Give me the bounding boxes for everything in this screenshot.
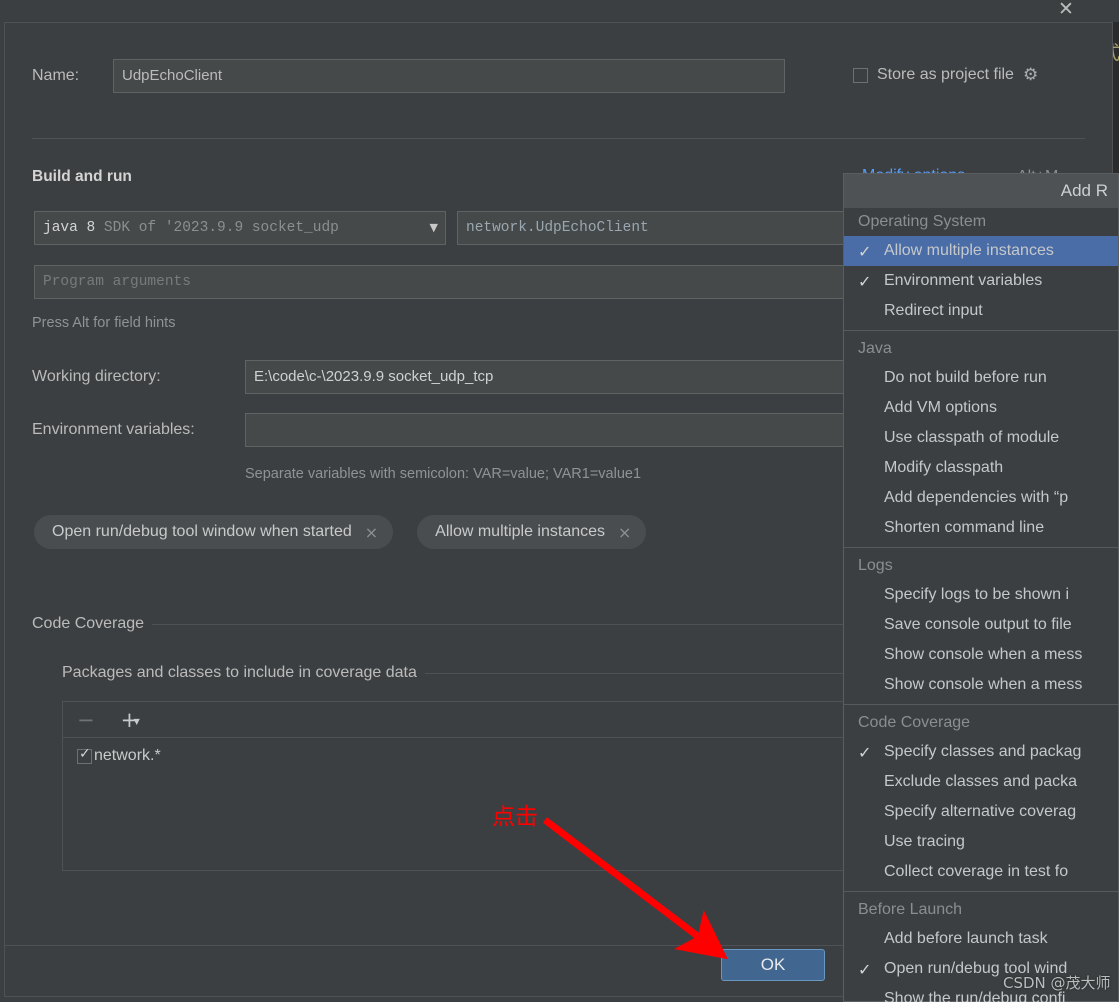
coverage-item-label: network.* bbox=[94, 747, 161, 764]
menu-item[interactable]: Show console when a mess bbox=[844, 640, 1118, 670]
menu-category-logs: Logs bbox=[858, 557, 893, 574]
menu-item[interactable]: Add dependencies with “p bbox=[844, 483, 1118, 513]
menu-category-operating-system: Operating System bbox=[858, 213, 987, 230]
close-icon[interactable]: × bbox=[365, 523, 378, 542]
menu-item[interactable]: Use classpath of module bbox=[844, 423, 1118, 453]
option-chips: Open run/debug tool window when started … bbox=[34, 515, 647, 549]
remove-icon[interactable]: − bbox=[77, 708, 95, 732]
menu-separator bbox=[844, 704, 1118, 705]
menu-body: Operating System ✓ Allow multiple instance… bbox=[844, 208, 1118, 1002]
build-and-run-title: Build and run bbox=[32, 168, 132, 185]
menu-item[interactable]: ✓ Allow multiple instances bbox=[844, 236, 1118, 266]
menu-item-label: Add VM options bbox=[884, 399, 997, 416]
menu-item-label: Redirect input bbox=[884, 302, 983, 319]
dialog-titlebar: ✕ bbox=[0, 0, 1119, 22]
chip-allow-multiple-instances[interactable]: Allow multiple instances × bbox=[417, 515, 647, 549]
working-directory-input[interactable]: E:\code\c-\2023.9.9 socket_udp_tcp bbox=[245, 360, 927, 394]
menu-item-label: Specify classes and packag bbox=[884, 743, 1082, 760]
add-icon[interactable]: + ▼ bbox=[121, 708, 140, 732]
ok-button[interactable]: OK bbox=[721, 949, 825, 981]
environment-variables-input[interactable] bbox=[245, 413, 927, 447]
menu-item[interactable]: Modify classpath bbox=[844, 453, 1118, 483]
check-icon: ✓ bbox=[858, 742, 872, 762]
close-icon[interactable]: × bbox=[618, 523, 631, 542]
close-icon[interactable]: ✕ bbox=[1053, 0, 1079, 22]
menu-category-java: Java bbox=[858, 340, 892, 357]
environment-variables-label: Environment variables: bbox=[32, 421, 195, 438]
menu-item-label: Exclude classes and packa bbox=[884, 773, 1077, 790]
annotation-text: 点击 bbox=[492, 804, 538, 830]
menu-separator bbox=[844, 547, 1118, 548]
name-input[interactable]: UdpEchoClient bbox=[113, 59, 785, 93]
menu-item[interactable]: Add VM options bbox=[844, 393, 1118, 423]
jre-value-secondary: SDK of '2023.9.9 socket_udp bbox=[103, 220, 339, 236]
chevron-down-icon: ▼ bbox=[133, 716, 140, 726]
name-label: Name: bbox=[32, 67, 80, 84]
menu-item-label: Collect coverage in test fo bbox=[884, 863, 1069, 880]
menu-item-label: Specify logs to be shown i bbox=[884, 586, 1069, 603]
gear-icon[interactable]: ⚙ bbox=[1023, 65, 1038, 85]
menu-item[interactable]: Shorten command line bbox=[844, 513, 1118, 543]
code-coverage-title: Code Coverage bbox=[32, 615, 153, 633]
menu-item-label: Use classpath of module bbox=[884, 429, 1060, 446]
menu-item-label: Do not build before run bbox=[884, 369, 1047, 386]
press-alt-hint: Press Alt for field hints bbox=[32, 315, 176, 331]
coverage-item-checkbox[interactable] bbox=[77, 746, 92, 764]
menu-header: Add R bbox=[844, 174, 1118, 208]
environment-variables-hint: Separate variables with semicolon: VAR=v… bbox=[245, 466, 642, 482]
menu-item[interactable]: Add before launch task bbox=[844, 924, 1118, 954]
menu-separator bbox=[844, 891, 1118, 892]
menu-item[interactable]: Specify alternative coverag bbox=[844, 797, 1118, 827]
menu-item-label: Use tracing bbox=[884, 833, 965, 850]
menu-item[interactable]: Do not build before run bbox=[844, 363, 1118, 393]
menu-item-label: Allow multiple instances bbox=[884, 242, 1054, 259]
chip-open-run-debug-tool-window[interactable]: Open run/debug tool window when started … bbox=[34, 515, 394, 549]
packages-title: Packages and classes to include in cover… bbox=[62, 664, 425, 682]
menu-item-label: Add before launch task bbox=[884, 930, 1048, 947]
menu-item-label: Specify alternative coverag bbox=[884, 803, 1077, 820]
menu-separator bbox=[844, 330, 1118, 331]
menu-item[interactable]: ✓ Environment variables bbox=[844, 266, 1118, 296]
menu-item-label: Shorten command line bbox=[884, 519, 1045, 536]
watermark: CSDN @茂大师 bbox=[1003, 974, 1111, 992]
store-as-project-file-row[interactable]: Store as project file ⚙ bbox=[853, 65, 1038, 85]
menu-item[interactable]: Collect coverage in test fo bbox=[844, 857, 1118, 887]
program-arguments-input[interactable]: Program arguments bbox=[34, 265, 927, 299]
screenshot-root: 式 g ✕ Name: UdpEchoClient Store as proje… bbox=[0, 0, 1119, 1002]
chip-label: Open run/debug tool window when started bbox=[52, 523, 352, 540]
menu-item[interactable]: Exclude classes and packa bbox=[844, 767, 1118, 797]
menu-item-label: Add dependencies with “p bbox=[884, 489, 1069, 506]
working-directory-label: Working directory: bbox=[32, 368, 161, 385]
menu-item[interactable]: Specify logs to be shown i bbox=[844, 580, 1118, 610]
menu-item[interactable]: Use tracing bbox=[844, 827, 1118, 857]
check-icon: ✓ bbox=[858, 959, 872, 979]
chip-label: Allow multiple instances bbox=[435, 523, 606, 540]
menu-item[interactable]: ✓ Specify classes and packag bbox=[844, 737, 1118, 767]
check-icon: ✓ bbox=[858, 271, 872, 291]
store-as-project-file-label: Store as project file bbox=[877, 66, 1014, 83]
menu-item-label: Save console output to file bbox=[884, 616, 1072, 633]
menu-item[interactable]: Show console when a mess bbox=[844, 670, 1118, 700]
menu-category-before-launch: Before Launch bbox=[858, 901, 963, 918]
jre-value-primary: java 8 bbox=[43, 220, 96, 236]
menu-item-label: Modify classpath bbox=[884, 459, 1004, 476]
menu-item-label: Show console when a mess bbox=[884, 646, 1083, 663]
chevron-down-icon[interactable]: ▼ bbox=[430, 212, 438, 244]
menu-item-label: Show console when a mess bbox=[884, 676, 1083, 693]
jre-select[interactable]: java 8 SDK of '2023.9.9 socket_udp ▼ bbox=[34, 211, 446, 245]
menu-category-code-coverage: Code Coverage bbox=[858, 714, 971, 731]
menu-item[interactable]: Redirect input bbox=[844, 296, 1118, 326]
modify-options-menu: Add R Operating System ✓ Allow multiple in… bbox=[843, 173, 1119, 1002]
store-as-project-file-checkbox[interactable] bbox=[853, 67, 868, 83]
menu-item-label: Environment variables bbox=[884, 272, 1043, 289]
header-divider bbox=[32, 138, 1085, 139]
menu-item[interactable]: Save console output to file bbox=[844, 610, 1118, 640]
check-icon: ✓ bbox=[858, 241, 872, 261]
